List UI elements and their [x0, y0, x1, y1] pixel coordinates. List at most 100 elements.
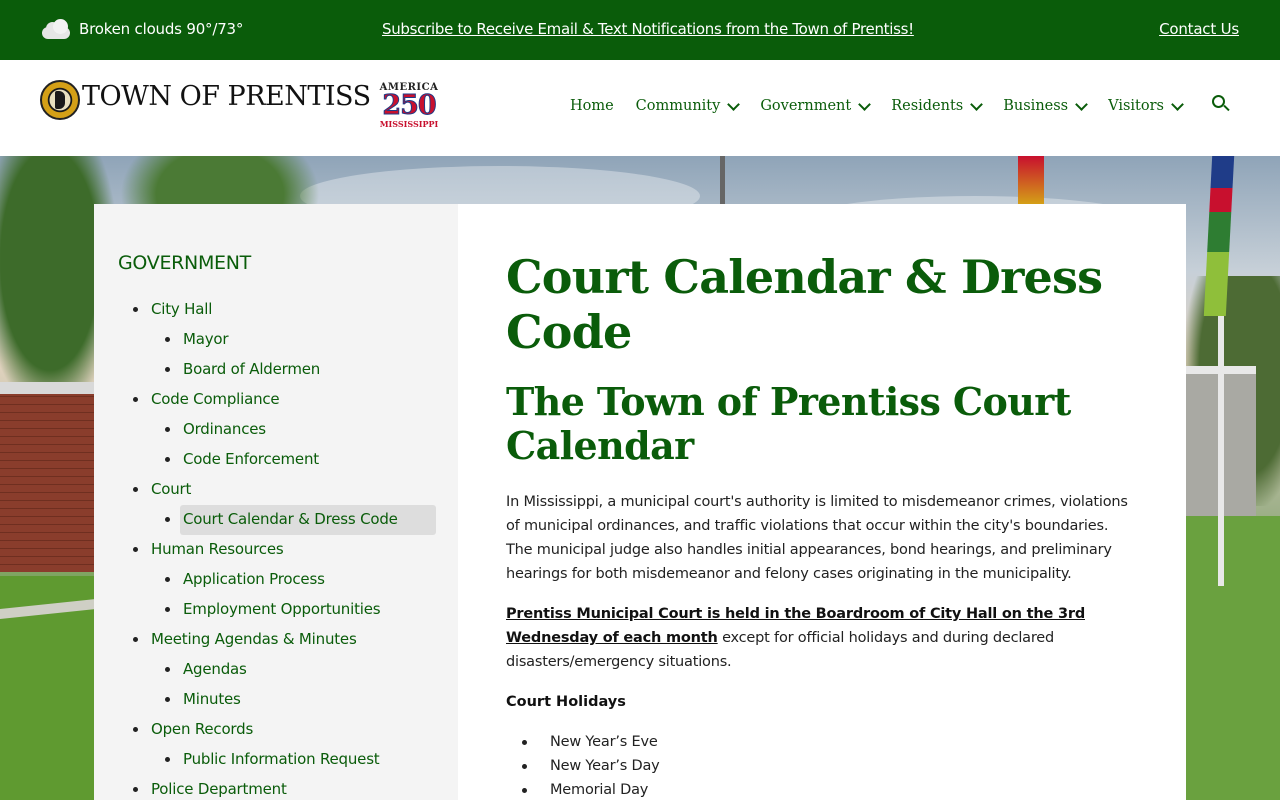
chevron-down-icon — [1075, 97, 1088, 111]
sidebar-item-label: Code Enforcement — [183, 450, 319, 468]
chevron-down-icon — [858, 97, 872, 111]
sidebar-item[interactable]: City Hall — [118, 294, 434, 324]
nav-community[interactable]: Community — [635, 97, 741, 114]
section-heading: The Town of Prentiss Court Calendar — [506, 379, 1071, 468]
bullet-icon — [165, 667, 170, 672]
holiday-item: New Year’s Day — [506, 754, 1138, 778]
sidebar-item-label: Ordinances — [183, 420, 266, 438]
intro-paragraph: In Mississippi, a municipal court's auth… — [506, 494, 1128, 582]
sidebar-item[interactable]: Ordinances — [118, 414, 434, 444]
sidebar-item-label: Board of Aldermen — [183, 360, 321, 378]
sidebar-item[interactable]: Application Process — [118, 564, 434, 594]
subscribe-link[interactable]: Subscribe to Receive Email & Text Notifi… — [382, 20, 914, 38]
bullet-icon — [165, 427, 170, 432]
weather-widget: Broken clouds 90°/73° — [40, 17, 243, 41]
holidays-heading: Court Holidays — [506, 694, 626, 710]
sidebar-nav-list: City Hall Mayor Board of Aldermen Code Comp… — [118, 294, 436, 800]
badge-number: 250 — [382, 90, 437, 121]
nav-home-label: Home — [569, 98, 614, 114]
sidebar-item[interactable]: Agendas — [118, 654, 434, 684]
main-content: Court Calendar & Dress Code The Town of … — [458, 204, 1186, 800]
sidebar-item-label: Mayor — [183, 330, 229, 348]
chevron-down-icon — [727, 97, 741, 111]
bullet-icon — [165, 697, 170, 702]
sidebar-title[interactable]: GOVERNMENT — [118, 252, 434, 274]
sidebar-item[interactable]: Meeting Agendas & Minutes — [118, 624, 434, 654]
bullet-icon — [522, 788, 527, 793]
sidebar-item-label: Code Compliance — [151, 390, 280, 408]
sidebar-item[interactable]: Minutes — [118, 684, 434, 714]
sidebar-item[interactable]: Board of Aldermen — [118, 354, 434, 384]
holiday-label: Memorial Day — [550, 782, 649, 798]
bullet-icon — [165, 367, 170, 372]
sidebar-item-label: Minutes — [183, 690, 241, 708]
sidebar-item-label: Open Records — [151, 720, 254, 738]
sidebar-item[interactable]: Code Enforcement — [118, 444, 434, 474]
sidebar-item-label: Meeting Agendas & Minutes — [151, 630, 357, 648]
section-sidebar: GOVERNMENT City Hall Mayor Board of Alderm… — [94, 204, 458, 800]
chevron-down-icon — [1171, 97, 1184, 111]
holiday-item: New Year’s Eve — [506, 730, 1138, 754]
bullet-icon — [522, 740, 527, 745]
sidebar-item-label: Employment Opportunities — [183, 600, 381, 618]
nav-government-label: Government — [760, 98, 852, 114]
nav-residents-label: Residents — [891, 98, 964, 114]
sidebar-item-label: Police Department — [151, 780, 287, 798]
bullet-icon — [522, 764, 527, 769]
sidebar-item-label: Human Resources — [151, 540, 284, 558]
bullet-icon — [165, 607, 170, 612]
contact-us-link[interactable]: Contact Us — [1159, 20, 1239, 38]
nav-home[interactable]: Home — [570, 98, 614, 114]
weather-text: Broken clouds 90°/73° — [79, 20, 244, 38]
top-bar: Broken clouds 90°/73° Subscribe to Recei… — [0, 0, 1280, 60]
bullet-icon — [133, 637, 138, 642]
bullet-icon — [133, 397, 138, 402]
sidebar-item-label: Public Information Request — [183, 750, 380, 768]
bullet-icon — [165, 577, 170, 582]
sidebar-item-label: Application Process — [183, 570, 325, 588]
sidebar-item[interactable]: Employment Opportunities — [118, 594, 434, 624]
page-title: Court Calendar & Dress Code — [506, 250, 1103, 359]
america-250-logo: AMERICA 250 MISSISSIPPI — [378, 82, 440, 136]
nav-visitors-label: Visitors — [1108, 98, 1164, 114]
sidebar-item[interactable]: Court — [118, 474, 434, 504]
schedule-paragraph: Prentiss Municipal Court is held in the … — [506, 602, 1138, 674]
town-seal-logo[interactable] — [40, 80, 80, 120]
bullet-icon — [133, 727, 138, 732]
sidebar-item[interactable]: Code Compliance — [118, 384, 434, 414]
bullet-icon — [165, 457, 170, 462]
nav-community-label: Community — [635, 98, 721, 114]
main-nav: Home Community Government Residents Busi… — [570, 95, 1230, 114]
holiday-label: New Year’s Day — [550, 758, 660, 774]
sidebar-item[interactable]: Mayor — [118, 324, 434, 354]
sidebar-item[interactable]: Open Records — [118, 714, 434, 744]
bullet-icon — [133, 307, 138, 312]
nav-government[interactable]: Government — [760, 97, 872, 114]
nav-business[interactable]: Business — [1003, 97, 1088, 114]
sidebar-item[interactable]: Court Calendar & Dress Code — [118, 504, 436, 535]
holiday-item: Memorial Day — [506, 778, 1138, 800]
sidebar-item-label: Court — [151, 480, 192, 498]
sidebar-item-label: Agendas — [183, 660, 247, 678]
bullet-icon — [133, 487, 138, 492]
bullet-icon — [165, 757, 170, 762]
search-icon[interactable] — [1212, 95, 1230, 113]
chevron-down-icon — [970, 97, 984, 111]
bullet-icon — [165, 517, 170, 522]
sidebar-item[interactable]: Human Resources — [118, 534, 434, 564]
bullet-icon — [133, 787, 138, 792]
nav-residents[interactable]: Residents — [891, 97, 984, 114]
bullet-icon — [133, 547, 138, 552]
sidebar-item-label: Court Calendar & Dress Code — [183, 510, 398, 528]
bullet-icon — [165, 337, 170, 342]
site-name[interactable]: TOWN OF PRENTISS — [82, 81, 371, 112]
sidebar-item[interactable]: Public Information Request — [118, 744, 434, 774]
badge-bottom-text: MISSISSIPPI — [379, 119, 439, 129]
holidays-list: New Year’s Eve New Year’s Day Memorial Day — [506, 730, 1138, 800]
site-header: TOWN OF PRENTISS AMERICA 250 MISSISSIPPI… — [0, 60, 1280, 156]
sidebar-item[interactable]: Police Department — [118, 774, 434, 800]
cloud-icon — [40, 19, 72, 39]
nav-business-label: Business — [1003, 98, 1069, 114]
nav-visitors[interactable]: Visitors — [1108, 97, 1184, 114]
holiday-label: New Year’s Eve — [550, 734, 658, 750]
